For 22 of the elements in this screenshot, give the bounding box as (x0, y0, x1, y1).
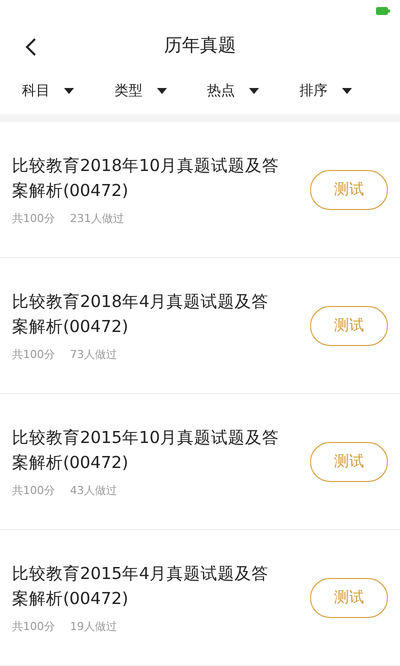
total-score: 共100分 (12, 483, 55, 498)
exam-title[interactable]: 比较教育2015年10月真题试题及答案解析(00472) (12, 425, 284, 475)
page-title: 历年真题 (164, 34, 236, 58)
filter-dropdown[interactable]: 科目 (22, 82, 74, 100)
dropdown-caret-icon (249, 88, 259, 94)
filter-dropdown[interactable]: 排序 (300, 82, 352, 100)
battery-icon (376, 7, 390, 16)
participant-count: 231人做过 (70, 211, 124, 226)
dropdown-caret-icon (342, 88, 352, 94)
participant-count: 73人做过 (70, 347, 117, 362)
filter-dropdown[interactable]: 热点 (207, 82, 259, 100)
exam-title[interactable]: 比较教育2015年4月真题试题及答案解析(00472) (12, 561, 284, 611)
participant-count: 43人做过 (70, 483, 117, 498)
dropdown-caret-icon (156, 88, 166, 94)
exam-title[interactable]: 比较教育2018年4月真题试题及答案解析(00472) (12, 289, 284, 339)
total-score: 共100分 (12, 347, 55, 362)
dropdown-caret-icon (64, 88, 74, 94)
total-score: 共100分 (12, 619, 55, 634)
participant-count: 19人做过 (70, 619, 117, 634)
filter-dropdown[interactable]: 类型 (114, 82, 166, 100)
exam-title[interactable]: 比较教育2018年10月真题试题及答案解析(00472) (12, 153, 284, 203)
total-score: 共100分 (12, 211, 55, 226)
